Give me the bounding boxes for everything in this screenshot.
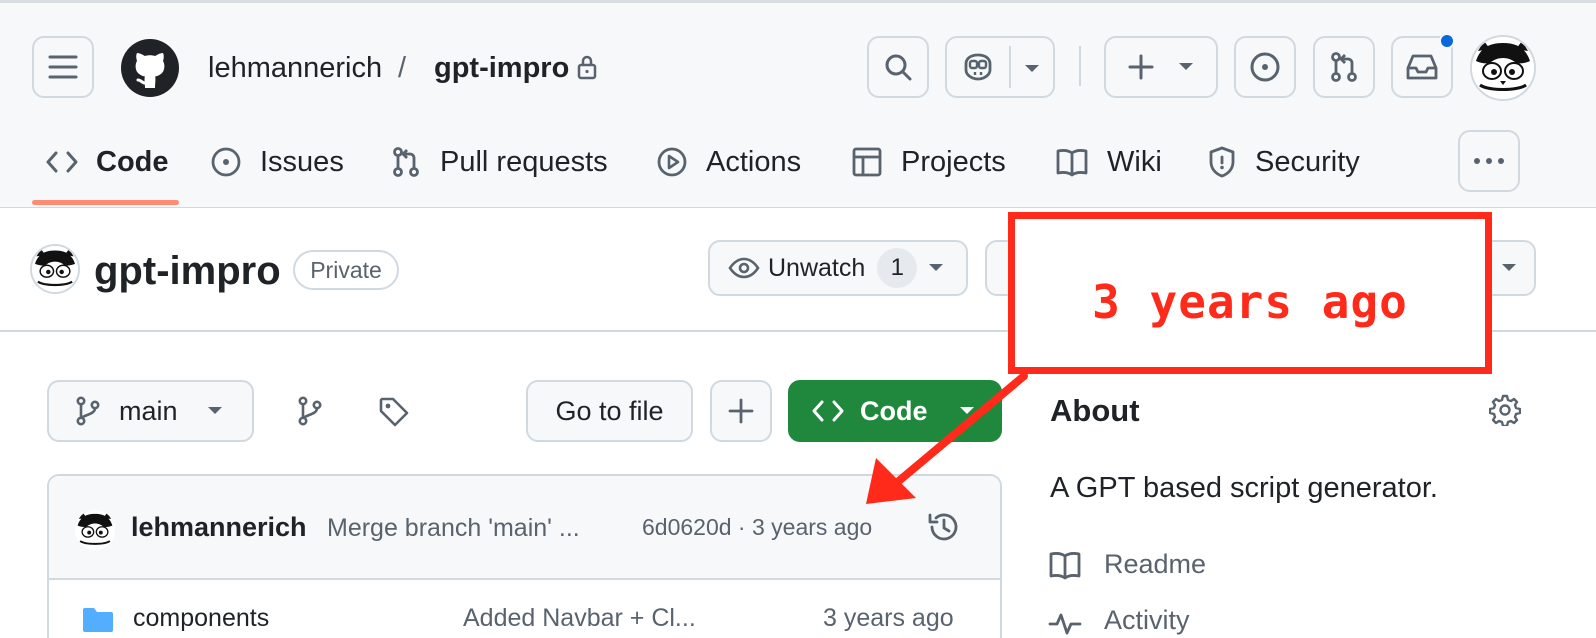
annotation-arrow: [866, 372, 1028, 504]
